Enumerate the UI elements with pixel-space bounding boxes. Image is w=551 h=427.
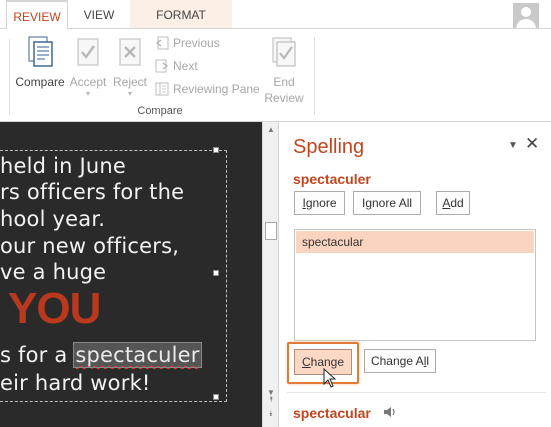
pane-divider	[287, 392, 546, 393]
previous-label: Previous	[173, 36, 220, 50]
resize-handle[interactable]	[213, 270, 219, 276]
slide-heading-text: YOU	[8, 284, 101, 333]
close-icon[interactable]: ✕	[525, 134, 539, 154]
end-review-icon	[272, 37, 296, 67]
suggestions-list[interactable]: spectacular	[294, 229, 536, 341]
add-button[interactable]: Add	[436, 191, 470, 215]
slide-text-line: hool year.	[0, 207, 106, 231]
compare-button[interactable]: Compare	[14, 35, 66, 90]
end-review-label-line2: Review	[264, 91, 304, 105]
next-button[interactable]: Next	[155, 57, 198, 75]
reviewing-pane-icon	[155, 82, 169, 96]
user-avatar[interactable]	[513, 3, 539, 29]
reviewing-pane-label: Reviewing Pane	[173, 82, 260, 96]
accept-button[interactable]: Accept ▾	[66, 35, 110, 98]
slide-text-line: ve a huge	[0, 260, 107, 284]
ignore-all-accelerator: g	[365, 196, 372, 210]
avatar-head	[521, 7, 531, 17]
accept-icon	[77, 38, 99, 66]
tab-review[interactable]: REVIEW	[6, 0, 68, 29]
accept-label: Accept	[69, 75, 107, 89]
ignore-button[interactable]: Ignore	[294, 191, 345, 215]
slide-text-line: rs officers for the	[0, 180, 185, 204]
slide-text-prefix: s for a	[0, 343, 75, 367]
ignore-label: gnore	[305, 196, 337, 210]
ribbon-group-label: Compare	[137, 105, 183, 117]
change-accelerator: C	[301, 355, 311, 369]
scroll-up-icon[interactable]: ▲	[266, 125, 276, 135]
end-review-button[interactable]: End Review	[262, 35, 306, 106]
end-review-label-line1: End	[273, 75, 295, 89]
slide-text-line: s for a spectaculer	[0, 342, 202, 368]
accept-dropdown-icon[interactable]: ▾	[66, 90, 110, 98]
next-slide-icon[interactable]: ⯯	[266, 409, 276, 419]
pane-title: Spelling	[293, 136, 365, 158]
previous-slide-icon[interactable]: ⯭	[266, 395, 276, 405]
reject-label: Reject	[112, 75, 147, 89]
slide-canvas[interactable]: held in June rs officers for the hool ye…	[0, 122, 262, 427]
tab-format[interactable]: FORMAT	[130, 0, 232, 29]
reject-icon	[119, 38, 141, 66]
ribbon: Compare Accept ▾ Reject ▾ Previous Next	[0, 28, 551, 122]
ignore-all-label: nore All	[372, 196, 413, 210]
slide-text-line: eir hard work!	[0, 371, 151, 395]
change-all-label-end: l	[426, 354, 430, 368]
next-icon	[155, 59, 169, 73]
group-divider	[314, 37, 315, 115]
misspelled-word-label: spectaculer	[293, 171, 371, 187]
speaker-icon[interactable]	[383, 406, 397, 418]
mouse-pointer-icon	[323, 368, 337, 388]
misspelled-word[interactable]: spectaculer	[73, 342, 202, 368]
compare-icon	[28, 36, 53, 67]
dictionary-word: spectacular	[293, 405, 371, 421]
reviewing-pane-button[interactable]: Reviewing Pane	[155, 80, 260, 98]
reject-dropdown-icon[interactable]: ▾	[111, 90, 149, 98]
ribbon-tab-bar: REVIEW VIEW FORMAT	[0, 0, 551, 29]
previous-icon	[155, 36, 169, 50]
next-label: Next	[173, 59, 198, 73]
change-all-button[interactable]: Change All	[364, 349, 436, 373]
resize-handle[interactable]	[213, 394, 219, 400]
pane-options-icon[interactable]: ▼	[508, 140, 518, 151]
change-all-label-start: Change A	[370, 354, 424, 368]
slide-text-line: our new officers,	[0, 234, 180, 258]
slide-text-line: held in June	[0, 154, 127, 178]
change-label: hange	[310, 355, 345, 369]
reject-button[interactable]: Reject ▾	[111, 35, 149, 98]
previous-button[interactable]: Previous	[155, 34, 220, 52]
add-label: dd	[450, 196, 464, 210]
vertical-scrollbar[interactable]: ▲ ▼ ⯭ ⯯	[262, 122, 278, 427]
suggestion-item[interactable]: spectacular	[296, 231, 534, 253]
ignore-all-button[interactable]: Ignore All	[353, 191, 421, 215]
tab-view[interactable]: VIEW	[78, 0, 120, 29]
scroll-thumb[interactable]	[265, 222, 277, 240]
group-divider	[9, 39, 10, 115]
compare-label: Compare	[15, 75, 65, 89]
resize-handle[interactable]	[213, 147, 219, 153]
spelling-pane: Spelling ▼ ✕ spectaculer Ignore Ignore A…	[278, 122, 551, 427]
